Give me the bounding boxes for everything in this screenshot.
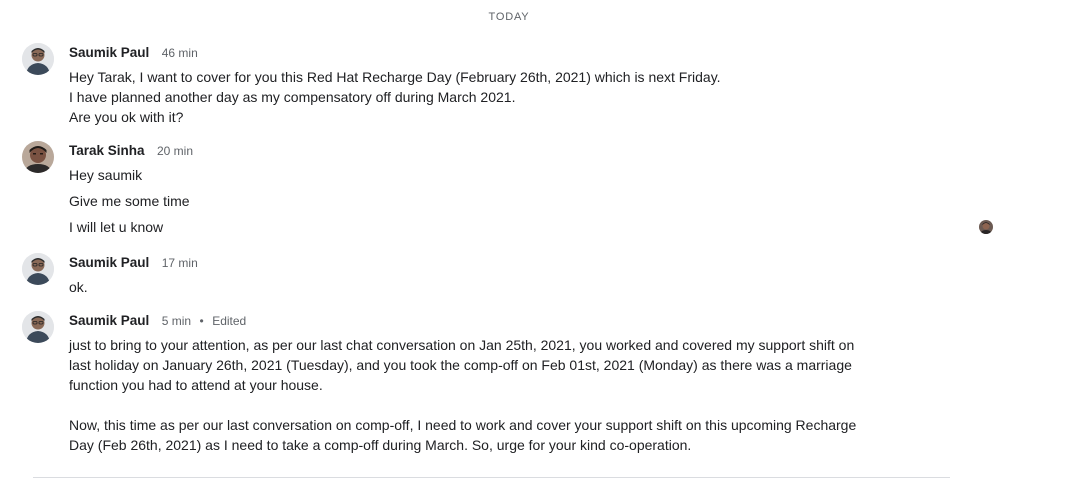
- message-text: Hey Tarak, I want to cover for you this …: [69, 69, 721, 85]
- message-text: I will let u know: [69, 219, 164, 235]
- message-text: ok.: [69, 279, 88, 295]
- message-2: Tarak Sinha 20 min Hey saumik Give me so…: [0, 141, 960, 241]
- message-time: 20 min: [156, 144, 194, 158]
- message-text: just to bring to your attention, as per …: [69, 337, 855, 353]
- edited-separator: •: [199, 314, 204, 328]
- tarak-avatar-icon[interactable]: [22, 141, 54, 173]
- saumik-avatar-icon[interactable]: [22, 43, 54, 75]
- message-1: Saumik Paul 46 min Hey Tarak, I want to …: [0, 43, 960, 129]
- message-text: Hey saumik: [69, 167, 143, 183]
- sender-name: Tarak Sinha: [69, 143, 145, 158]
- message-text: Are you ok with it?: [69, 109, 184, 125]
- message-time: 5 min: [161, 314, 192, 328]
- message-text: Now, this time as per our last conversat…: [69, 417, 857, 433]
- sender-name: Saumik Paul: [69, 313, 150, 328]
- read-receipt-avatar-icon[interactable]: [979, 220, 993, 234]
- message-3: Saumik Paul 17 min ok.: [0, 253, 960, 299]
- message-header: Saumik Paul 17 min: [69, 254, 198, 272]
- message-header: Saumik Paul 5 min • Edited: [69, 312, 246, 330]
- message-text: Give me some time: [69, 193, 190, 209]
- bottom-divider: [33, 477, 950, 478]
- edited-label: Edited: [212, 314, 247, 328]
- day-divider-today: TODAY: [488, 11, 530, 23]
- sender-name: Saumik Paul: [69, 45, 150, 60]
- message-text: function you had to attend at your house…: [69, 377, 323, 393]
- saumik-avatar-icon[interactable]: [22, 311, 54, 343]
- message-header: Tarak Sinha 20 min: [69, 142, 193, 160]
- message-time: 46 min: [161, 46, 198, 60]
- message-header: Saumik Paul 46 min: [69, 44, 198, 62]
- message-text: I have planned another day as my compens…: [69, 89, 516, 105]
- saumik-avatar-icon[interactable]: [22, 253, 54, 285]
- message-text: last holiday on January 26th, 2021 (Tues…: [69, 357, 852, 373]
- message-4: Saumik Paul 5 min • Edited just to bring…: [0, 311, 960, 461]
- message-text: Day (Feb 26th, 2021) as I need to take a…: [69, 437, 692, 453]
- sender-name: Saumik Paul: [69, 255, 150, 270]
- message-time: 17 min: [161, 256, 198, 270]
